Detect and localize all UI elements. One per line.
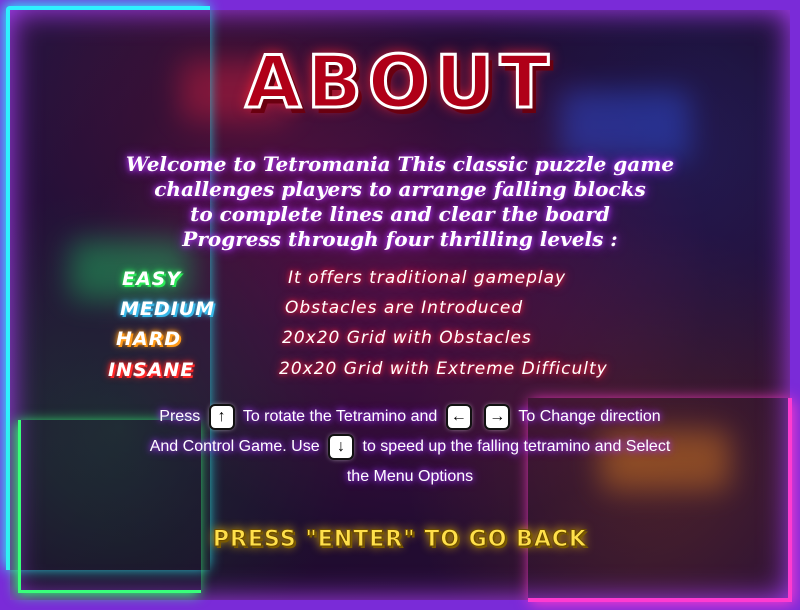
level-desc-insane: 20x20 Grid with Extreme Difficulty [279, 359, 608, 379]
arrow-right-icon: → [486, 405, 509, 428]
controls-text: Press [159, 408, 201, 425]
level-name-hard: HARD [116, 328, 182, 350]
level-desc-easy: It offers traditional gameplay [288, 268, 567, 288]
intro-line: Progress through four thrilling levels : [182, 227, 618, 251]
back-prompt[interactable]: PRESS "ENTER" TO GO BACK [0, 527, 800, 553]
level-row-insane: INSANE 20x20 Grid with Extreme Difficult… [0, 359, 800, 387]
controls-text: To Change direction [518, 408, 661, 425]
level-row-easy: EASY It offers traditional gameplay [0, 268, 800, 296]
intro-line: Welcome to Tetromania This classic puzzl… [125, 152, 675, 176]
controls-text: And Control Game. Use [149, 438, 320, 455]
level-row-hard: HARD 20x20 Grid with Obstacles [0, 328, 800, 356]
intro-line: to complete lines and clear the board [190, 202, 610, 226]
controls-text: to speed up the falling tetramino and Se… [362, 438, 671, 455]
controls-line: And Control Game. Use ↓ to speed up the … [110, 432, 710, 462]
level-row-medium: MEDIUM Obstacles are Introduced [0, 298, 800, 326]
page-title: ABOUT [244, 39, 555, 126]
level-name-easy: EASY [122, 268, 182, 290]
level-desc-medium: Obstacles are Introduced [285, 298, 524, 318]
level-name-insane: INSANE [108, 359, 195, 381]
level-desc-hard: 20x20 Grid with Obstacles [282, 328, 532, 348]
intro-text: Welcome to Tetromania This classic puzzl… [60, 152, 740, 252]
controls-line: Press ↑ To rotate the Tetramino and ← → … [110, 402, 710, 432]
intro-line: challenges players to arrange falling bl… [154, 177, 646, 201]
controls-text: the Menu Options [346, 468, 474, 485]
arrow-up-icon: ↑ [210, 405, 233, 428]
controls-text: To rotate the Tetramino and [242, 408, 438, 425]
arrow-left-icon: ← [447, 405, 470, 428]
controls-line: the Menu Options [110, 462, 710, 492]
level-name-medium: MEDIUM [120, 298, 216, 320]
arrow-down-icon: ↓ [330, 435, 353, 458]
controls-instructions: Press ↑ To rotate the Tetramino and ← → … [110, 402, 710, 492]
